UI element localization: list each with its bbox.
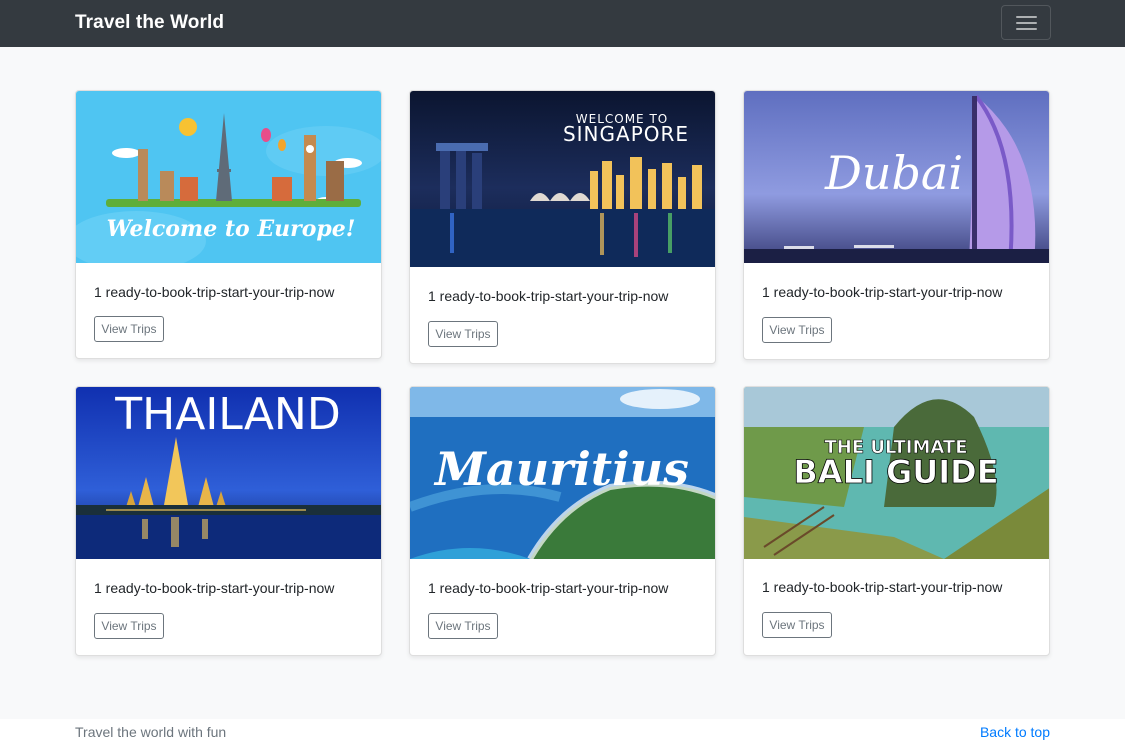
dubai-image-caption: Dubai bbox=[824, 146, 963, 200]
bali-image: THE ULTIMATE BALI GUIDE bbox=[744, 387, 1049, 559]
view-trips-button[interactable]: View Trips bbox=[762, 317, 832, 343]
europe-image: Welcome to Europe! bbox=[76, 91, 381, 263]
card-text: 1 ready-to-book-trip-start-your-trip-now bbox=[94, 284, 335, 300]
view-trips-button[interactable]: View Trips bbox=[94, 613, 164, 639]
bali-image-caption: BALI GUIDE bbox=[793, 453, 998, 491]
footer-text: Travel the world with fun bbox=[75, 724, 227, 740]
trip-card-mauritius: Mauritius 1 ready-to-book-trip-start-you… bbox=[409, 386, 716, 656]
thailand-image-caption: THAILAND bbox=[114, 389, 340, 440]
singapore-image: WELCOME TO SINGAPORE bbox=[410, 91, 715, 267]
thailand-image: THAILAND bbox=[76, 387, 381, 559]
view-trips-button[interactable]: View Trips bbox=[428, 613, 498, 639]
singapore-image-caption: SINGAPORE bbox=[563, 122, 689, 146]
back-to-top-link[interactable]: Back to top bbox=[980, 724, 1050, 740]
footer: Travel the world with fun Back to top bbox=[0, 719, 1125, 754]
view-trips-button[interactable]: View Trips bbox=[762, 612, 832, 638]
card-text: 1 ready-to-book-trip-start-your-trip-now bbox=[762, 284, 1003, 300]
europe-image-caption: Welcome to Europe! bbox=[107, 216, 356, 242]
dubai-image: Dubai bbox=[744, 91, 1049, 263]
brand-link[interactable]: Travel the World bbox=[75, 12, 224, 34]
mauritius-image: Mauritius bbox=[410, 387, 715, 559]
trip-card-singapore: WELCOME TO SINGAPORE 1 ready-to-book-tri… bbox=[409, 90, 716, 364]
trip-card-bali: THE ULTIMATE BALI GUIDE 1 ready-to-book-… bbox=[743, 386, 1050, 656]
view-trips-button[interactable]: View Trips bbox=[428, 321, 498, 347]
trip-card-thailand: THAILAND 1 ready-to-book-trip-start-your… bbox=[75, 386, 382, 656]
card-text: 1 ready-to-book-trip-start-your-trip-now bbox=[762, 579, 1003, 595]
card-text: 1 ready-to-book-trip-start-your-trip-now bbox=[428, 288, 669, 304]
trip-card-dubai: Dubai 1 ready-to-book-trip-start-your-tr… bbox=[743, 90, 1050, 360]
card-text: 1 ready-to-book-trip-start-your-trip-now bbox=[94, 580, 335, 596]
trip-card-europe: Welcome to Europe! 1 ready-to-book-trip-… bbox=[75, 90, 382, 359]
navbar: Travel the World bbox=[0, 0, 1125, 47]
navbar-toggler-button[interactable] bbox=[1001, 5, 1051, 40]
view-trips-button[interactable]: View Trips bbox=[94, 316, 164, 342]
mauritius-image-caption: Mauritius bbox=[433, 442, 689, 496]
card-text: 1 ready-to-book-trip-start-your-trip-now bbox=[428, 580, 669, 596]
